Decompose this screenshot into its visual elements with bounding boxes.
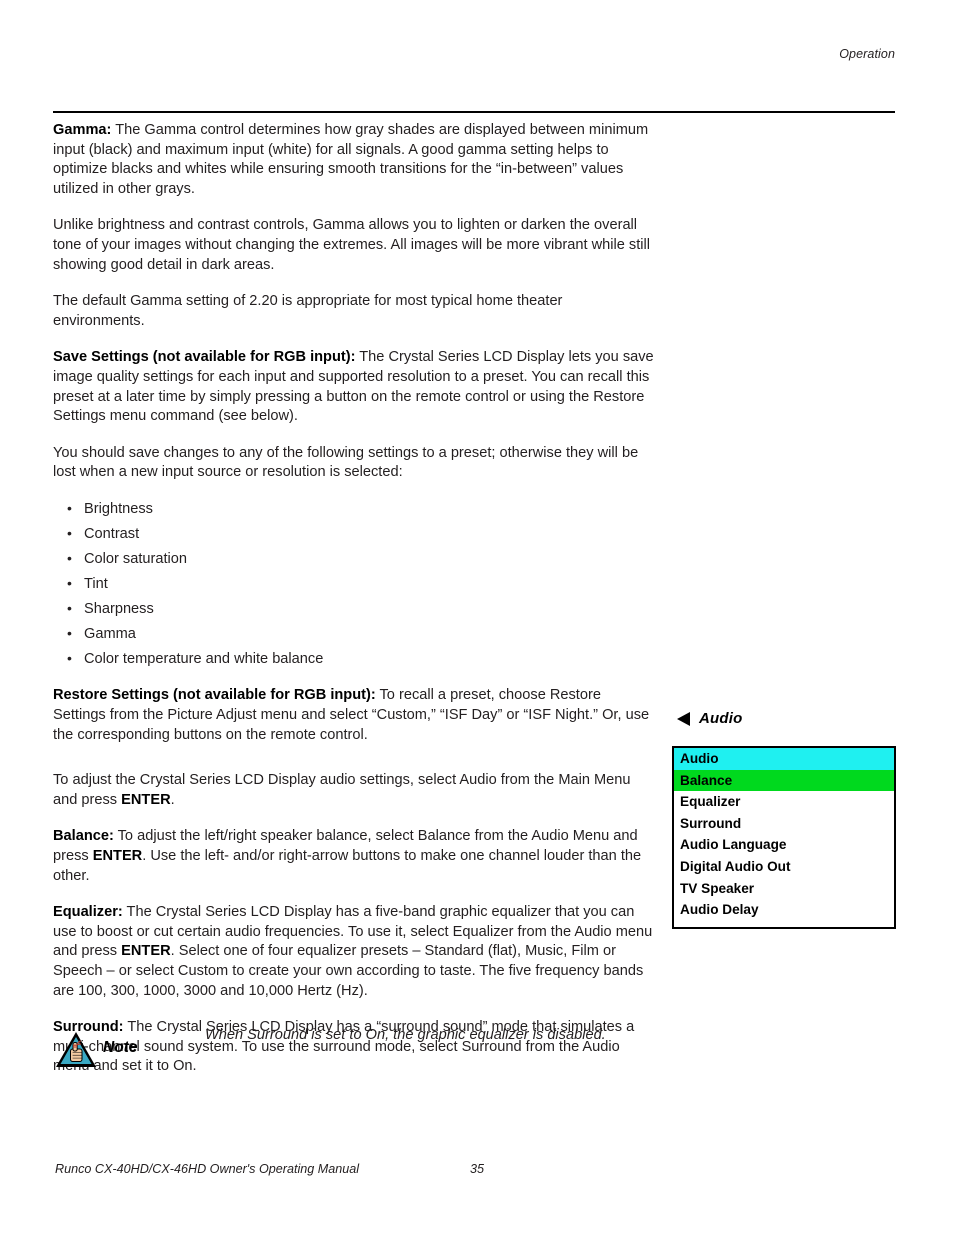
paragraph-gamma-default-text: The default Gamma setting of 2.20 is app… (53, 293, 563, 329)
list-item: Color saturation (53, 549, 655, 570)
paragraph-equalizer-emphasis: ENTER (121, 943, 171, 960)
list-item: Color temperature and white balance (53, 649, 655, 670)
paragraph-balance-part2: . Use the left- and/or right-arrow butto… (53, 847, 642, 884)
paragraph-balance-lead: Balance: (53, 828, 114, 845)
footer-manual-title: Runco CX-40HD/CX-46HD Owner's Operating … (55, 1162, 360, 1176)
osd-menu-item-label: Audio Delay (680, 902, 759, 918)
paragraph-restore-settings-lead: Restore Settings (not available for RGB … (53, 687, 376, 704)
osd-menu-item-audio[interactable]: Audio (674, 748, 894, 770)
header-rule (53, 111, 895, 113)
list-item-label: Sharpness (84, 600, 154, 617)
list-item: Gamma (53, 624, 655, 645)
document-page: Operation Gamma: The Gamma control deter… (0, 0, 954, 1235)
paragraph-save-intro: You should save changes to any of the fo… (53, 444, 655, 483)
paragraph-equalizer-lead: Equalizer: (53, 904, 123, 921)
osd-menu-item-digital-audio-out[interactable]: Digital Audio Out (674, 856, 894, 878)
osd-menu-item-equalizer[interactable]: Equalizer (674, 791, 894, 813)
list-item-label: Color saturation (84, 550, 188, 567)
paragraph-gamma-text: The Gamma control determines how gray sh… (53, 122, 649, 197)
osd-audio-menu-figure: Audio Audio Balance Equalizer Surround A… (672, 710, 900, 929)
paragraph-gamma-default: The default Gamma setting of 2.20 is app… (53, 292, 655, 331)
osd-menu-item-label: Balance (680, 772, 733, 788)
main-text-column: Gamma: The Gamma control determines how … (53, 121, 655, 1094)
list-item: Sharpness (53, 599, 655, 620)
list-item-label: Contrast (84, 525, 140, 542)
paragraph-balance: Balance: To adjust the left/right speake… (53, 827, 655, 886)
paragraph-balance-emphasis: ENTER (92, 847, 143, 864)
list-item-label: Color temperature and white balance (84, 650, 324, 667)
footer-page-number: 35 (470, 1162, 485, 1176)
paragraph-audio-intro-part2: . (170, 791, 175, 808)
paragraph-equalizer: Equalizer: The Crystal Series LCD Displa… (53, 903, 655, 1001)
osd-menu-item-audio-language[interactable]: Audio Language (674, 834, 894, 856)
osd-menu-item-audio-delay[interactable]: Audio Delay (674, 899, 894, 921)
paragraph-save-intro-text: You should save changes to any of the fo… (53, 444, 639, 481)
osd-menu-item-label: Surround (680, 815, 742, 831)
paragraph-save-settings-lead: Save Settings (not available for RGB inp… (53, 349, 356, 366)
osd-menu-item-label: Equalizer (680, 794, 741, 810)
osd-menu-box: Audio Balance Equalizer Surround Audio L… (672, 746, 896, 929)
note-callout: Note When Surround is set to On, the gra… (55, 1024, 655, 1080)
note-hand-reminder-icon (55, 1031, 97, 1069)
osd-menu-item-balance[interactable]: Balance (674, 769, 894, 792)
list-item-label: Brightness (84, 500, 153, 517)
note-text: When Surround is set to On, the graphic … (205, 1027, 606, 1043)
list-item: Tint (53, 574, 655, 595)
osd-menu-item-label: Digital Audio Out (680, 858, 791, 874)
osd-menu-item-surround[interactable]: Surround (674, 813, 894, 835)
osd-menu-item-label: Audio (680, 751, 719, 766)
osd-menu-caption-label: Audio (699, 710, 743, 727)
osd-menu-item-label: Audio Language (680, 837, 787, 853)
paragraph-gamma-unlike-text: Unlike brightness and contrast controls,… (53, 217, 651, 273)
paragraph-audio-intro-emphasis: ENTER (121, 791, 171, 808)
arrow-left-icon (677, 711, 690, 726)
saved-settings-list: Brightness Contrast Color saturation Tin… (53, 499, 655, 670)
osd-menu-item-label: TV Speaker (680, 880, 755, 896)
list-item-label: Tint (84, 575, 108, 592)
list-item-label: Gamma (84, 625, 136, 642)
paragraph-gamma-lead: Gamma: (53, 122, 112, 138)
running-head: Operation (839, 47, 895, 61)
osd-menu-caption: Audio (677, 710, 900, 727)
paragraph-audio-intro: To adjust the Crystal Series LCD Display… (53, 771, 655, 810)
osd-menu-item-tv-speaker[interactable]: TV Speaker (674, 878, 894, 900)
list-item: Contrast (53, 524, 655, 545)
paragraph-gamma: Gamma: The Gamma control determines how … (53, 121, 655, 199)
paragraph-restore-settings: Restore Settings (not available for RGB … (53, 686, 655, 745)
paragraph-save-settings: Save Settings (not available for RGB inp… (53, 348, 655, 426)
note-label: Note (103, 1039, 138, 1056)
paragraph-gamma-unlike: Unlike brightness and contrast controls,… (53, 216, 655, 275)
list-item: Brightness (53, 499, 655, 520)
